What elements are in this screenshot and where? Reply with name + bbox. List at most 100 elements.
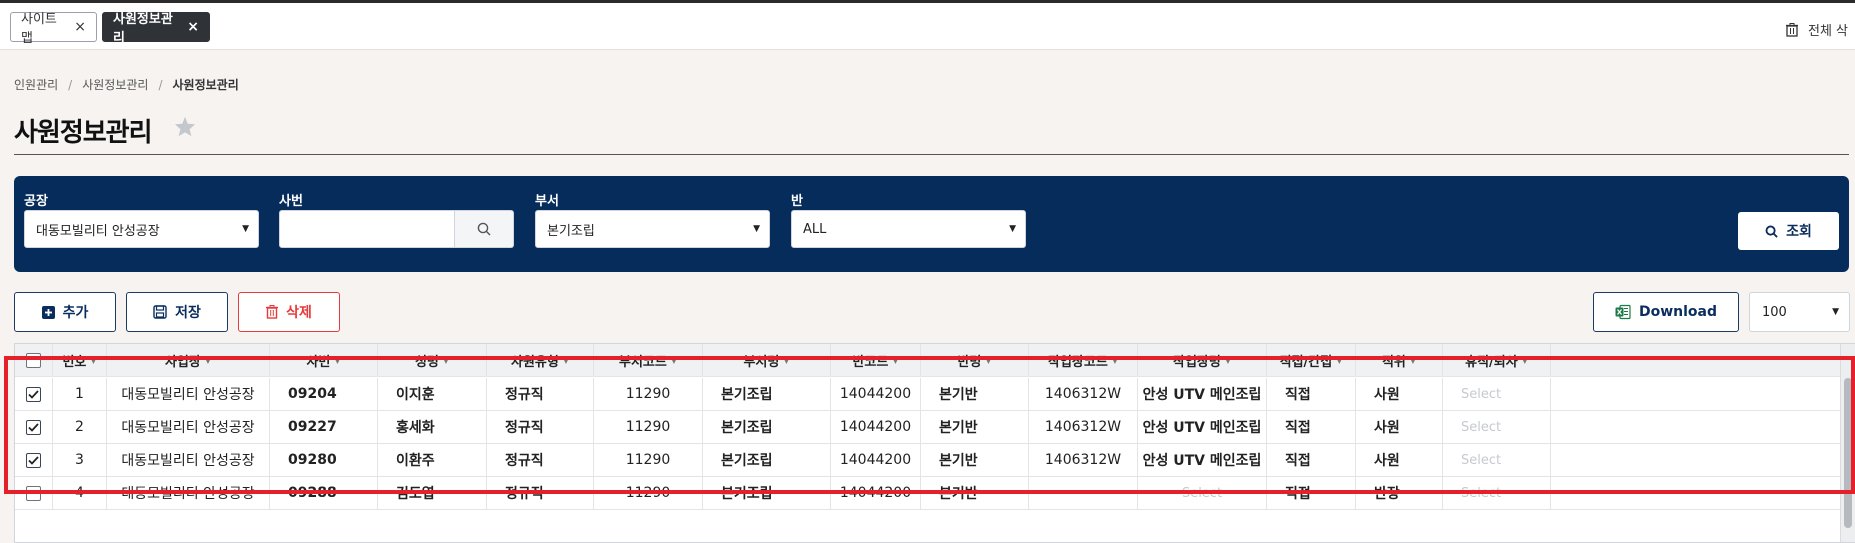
column-header[interactable]: 사원유형 ▼ — [487, 344, 594, 376]
table-row[interactable]: 4 대동모빌리티 안성공장 09288 김도엽 정규직 11290 본기조립 14044200… — [15, 477, 1855, 510]
factory-value: 대동모빌리티 안성공장 — [36, 223, 160, 239]
cell-row-number: 2 — [53, 411, 107, 443]
scrollbar-thumb[interactable] — [1844, 378, 1852, 528]
cell-workplace-name[interactable]: 안성 UTV 메인조립 — [1138, 411, 1267, 443]
column-header[interactable]: 사번 ▼ — [270, 344, 378, 376]
column-header[interactable]: 반코드 ▼ — [831, 344, 921, 376]
cell-direct-indirect[interactable]: 직접 — [1267, 444, 1356, 476]
cell-team-code: 14044200 — [831, 378, 921, 410]
emp-no-label: 사번 — [279, 194, 303, 209]
search-icon — [477, 222, 491, 236]
delete-all-label: 전체 삭 — [1808, 24, 1849, 39]
cell-name: 김도엽 — [378, 477, 487, 509]
search-filter-panel: 공장 대동모빌리티 안성공장 ▼ 사번 부서 본기조립 ▼ 반 ALL ▼ 조회 — [14, 176, 1849, 272]
column-header[interactable]: 부서명 ▼ — [703, 344, 831, 376]
table-row[interactable]: 2 대동모빌리티 안성공장 09227 홍세화 정규직 11290 본기조립 14044200… — [15, 411, 1855, 444]
cell-workplace-name[interactable]: Select — [1138, 477, 1267, 509]
row-checkbox[interactable] — [26, 452, 41, 468]
cell-site: 대동모빌리티 안성공장 — [107, 477, 270, 509]
breadcrumb-current: 사원정보관리 — [172, 78, 239, 92]
team-select[interactable]: ALL ▼ — [791, 210, 1026, 248]
tab-label: 사원정보관리 — [113, 12, 173, 46]
cell-emp-type: 정규직 — [487, 477, 594, 509]
delete-all-button[interactable]: 전체 삭 — [1786, 20, 1848, 39]
download-button[interactable]: Download — [1593, 292, 1739, 332]
department-select[interactable]: 본기조립 ▼ — [535, 210, 770, 248]
cell-workplace-name[interactable]: 안성 UTV 메인조립 — [1138, 378, 1267, 410]
emp-no-input[interactable] — [279, 210, 455, 248]
grid-vertical-scrollbar[interactable] — [1840, 344, 1855, 542]
cell-leave-status[interactable]: Select — [1443, 444, 1551, 476]
cell-position[interactable]: 사원 — [1356, 444, 1443, 476]
excel-icon — [1615, 304, 1631, 320]
cell-workplace-code[interactable]: 1406312W — [1029, 378, 1138, 410]
cell-dept-code: 11290 — [594, 477, 703, 509]
sort-icon: ▼ — [334, 355, 341, 365]
sort-icon: ▼ — [442, 355, 450, 365]
cell-emp-no: 09288 — [270, 477, 378, 509]
trash-icon — [266, 305, 279, 319]
tab-sitemap[interactable]: 사이트맵 × — [10, 12, 97, 46]
emp-no-search-button[interactable] — [455, 210, 514, 248]
breadcrumb-item[interactable]: 인원관리 — [14, 78, 58, 92]
delete-button[interactable]: 삭제 — [238, 292, 340, 332]
cell-leave-status[interactable]: Select — [1443, 411, 1551, 443]
department-value: 본기조립 — [547, 223, 595, 239]
page-size-select[interactable]: 100 ▼ — [1749, 292, 1850, 332]
cell-workplace-code[interactable] — [1029, 477, 1138, 509]
cell-emp-no: 09204 — [270, 378, 378, 410]
row-checkbox[interactable] — [26, 386, 41, 402]
search-icon — [1765, 225, 1778, 238]
close-icon[interactable]: × — [74, 19, 86, 35]
cell-position[interactable]: 사원 — [1356, 411, 1443, 443]
favorite-star-icon[interactable] — [174, 116, 196, 137]
column-header[interactable]: 부서코드 ▼ — [594, 344, 703, 376]
save-button[interactable]: 저장 — [126, 292, 228, 332]
cell-leave-status[interactable]: Select — [1443, 378, 1551, 410]
team-label: 반 — [791, 194, 803, 209]
column-header[interactable]: 사업장 ▼ — [107, 344, 270, 376]
query-button[interactable]: 조회 — [1738, 212, 1839, 250]
sort-icon: ▼ — [1224, 355, 1231, 365]
cell-dept-name: 본기조립 — [703, 378, 831, 410]
row-checkbox[interactable] — [26, 485, 41, 501]
team-value: ALL — [803, 221, 827, 237]
cell-workplace-code[interactable]: 1406312W — [1029, 411, 1138, 443]
download-label: Download — [1638, 304, 1718, 320]
cell-direct-indirect[interactable]: 직접 — [1267, 477, 1356, 509]
column-header[interactable]: 작업장코드 ▼ — [1029, 344, 1138, 376]
cell-position[interactable]: 반장 — [1356, 477, 1443, 509]
cell-position[interactable]: 사원 — [1356, 378, 1443, 410]
close-icon[interactable]: × — [187, 19, 199, 35]
sort-icon: ▼ — [204, 355, 212, 365]
column-header[interactable]: 휴직/퇴사 ▼ — [1443, 344, 1551, 376]
cell-direct-indirect[interactable]: 직접 — [1267, 378, 1356, 410]
caret-down-icon: ▼ — [1009, 224, 1016, 234]
sort-icon: ▼ — [1336, 355, 1343, 365]
table-row[interactable]: 3 대동모빌리티 안성공장 09280 이환주 정규직 11290 본기조립 14044200… — [15, 444, 1855, 477]
cell-workplace-name[interactable]: 안성 UTV 메인조립 — [1138, 444, 1267, 476]
checkmark-icon — [28, 455, 39, 465]
cell-leave-status[interactable]: Select — [1443, 477, 1551, 509]
add-label: 추가 — [62, 305, 89, 321]
add-button[interactable]: 추가 — [14, 292, 116, 332]
factory-label: 공장 — [24, 194, 48, 209]
column-header[interactable]: 성명 ▼ — [378, 344, 487, 376]
cell-workplace-code[interactable]: 1406312W — [1029, 444, 1138, 476]
cell-direct-indirect[interactable]: 직접 — [1267, 411, 1356, 443]
select-all-checkbox[interactable] — [26, 352, 41, 368]
page-title: 사원정보관리 — [14, 118, 153, 148]
table-row[interactable]: 1 대동모빌리티 안성공장 09204 이지훈 정규직 11290 본기조립 14044200… — [15, 378, 1855, 411]
breadcrumb-item[interactable]: 사원정보관리 — [82, 78, 148, 92]
cell-site: 대동모빌리티 안성공장 — [107, 444, 270, 476]
factory-select[interactable]: 대동모빌리티 안성공장 ▼ — [24, 210, 259, 248]
column-header[interactable]: 반명 ▼ — [921, 344, 1029, 376]
row-checkbox[interactable] — [26, 419, 41, 435]
sort-icon: ▼ — [670, 355, 677, 365]
column-header[interactable]: 직위 ▼ — [1356, 344, 1443, 376]
column-header[interactable]: 직접/간접 ▼ — [1267, 344, 1356, 376]
column-header[interactable]: 번호 ▼ — [53, 344, 107, 376]
column-header[interactable]: 작업장명 ▼ — [1138, 344, 1267, 376]
tab-employee-info[interactable]: 사원정보관리 × — [102, 12, 210, 46]
cell-dept-name: 본기조립 — [703, 411, 831, 443]
